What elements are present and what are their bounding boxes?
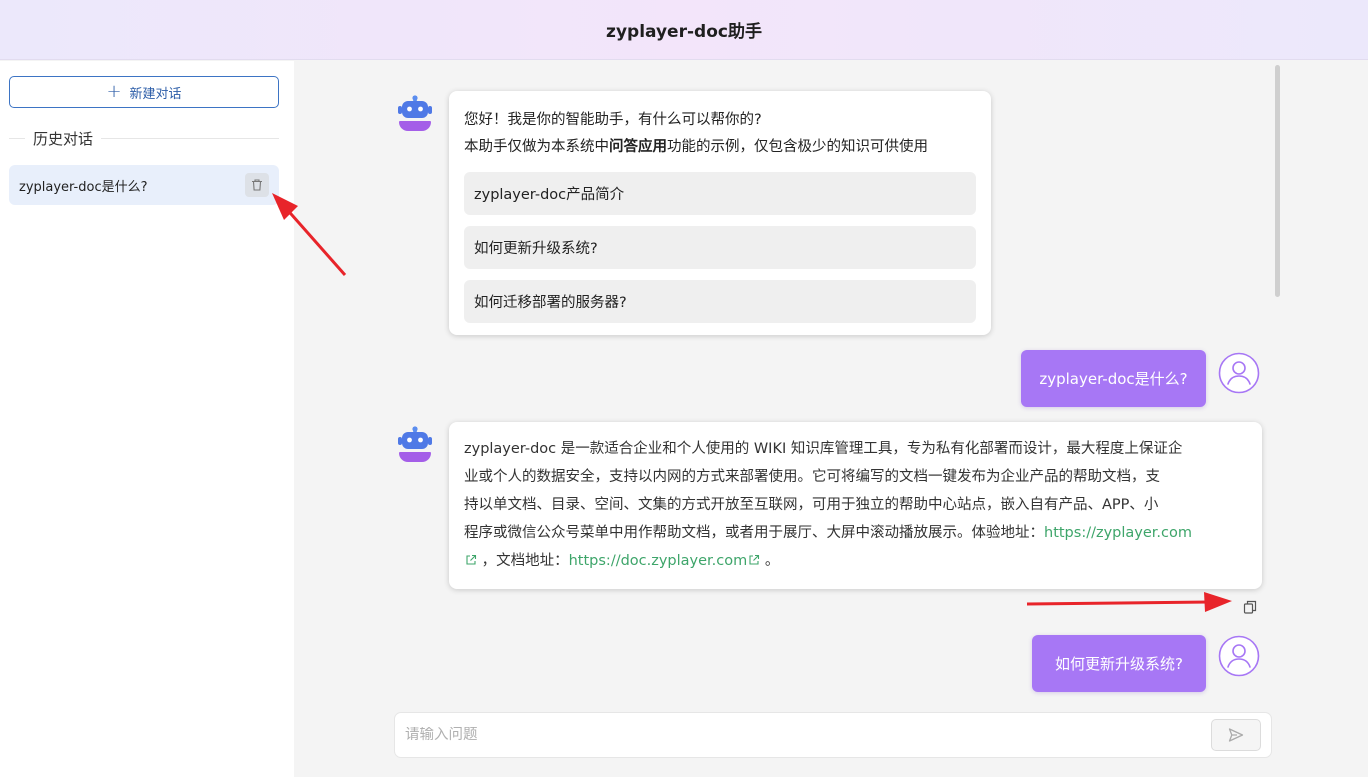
robot-icon — [398, 95, 432, 131]
user-message: zyplayer-doc是什么? — [1021, 350, 1206, 407]
delete-history-button[interactable] — [245, 173, 269, 197]
history-item[interactable]: zyplayer-doc是什么? — [9, 165, 279, 205]
greeting-line: 您好！我是你的智能助手，有什么可以帮你的? — [464, 112, 762, 128]
sidebar: + 新建对话 历史对话 zyplayer-doc是什么? — [0, 61, 294, 777]
docs-link[interactable]: https://doc.zyplayer.com — [569, 553, 748, 569]
user-icon — [1218, 635, 1260, 677]
user-message: 如何更新升级系统? — [1032, 635, 1206, 692]
suggestion-item[interactable]: 如何更新升级系统? — [464, 226, 976, 269]
external-link-icon[interactable] — [465, 554, 477, 566]
new-chat-button[interactable]: + 新建对话 — [9, 76, 279, 108]
external-link-icon[interactable] — [748, 554, 760, 566]
suggestion-item[interactable]: zyplayer-doc产品简介 — [464, 172, 976, 215]
history-heading-label: 历史对话 — [33, 129, 94, 148]
question-input-bar — [394, 712, 1272, 758]
divider — [9, 137, 25, 139]
suggestion-item[interactable]: 如何迁移部署的服务器? — [464, 280, 976, 323]
copy-icon[interactable] — [1242, 599, 1258, 615]
bot-message-text: zyplayer-doc 是一款适合企业和个人使用的 WIKI 知识库管理工具，… — [464, 441, 1192, 569]
new-chat-label: 新建对话 — [129, 86, 182, 102]
greeting-bubble: 您好！我是你的智能助手，有什么可以帮你的? 本助手仅做为本系统中问答应用功能的示… — [449, 91, 991, 335]
question-input[interactable] — [405, 727, 1211, 743]
robot-icon — [398, 426, 432, 462]
experience-link[interactable]: https://zyplayer.com — [1044, 525, 1192, 541]
history-heading: 历史对话 — [9, 127, 279, 149]
send-icon — [1228, 728, 1244, 742]
scrollbar[interactable] — [1275, 65, 1280, 297]
user-icon — [1218, 352, 1260, 394]
greeting-line: 本助手仅做为本系统中问答应用功能的示例，仅包含极少的知识可供使用 — [464, 139, 928, 155]
bot-message: zyplayer-doc 是一款适合企业和个人使用的 WIKI 知识库管理工具，… — [449, 422, 1262, 589]
app-header: zyplayer-doc助手 — [0, 0, 1368, 60]
chat-area[interactable]: 您好！我是你的智能助手，有什么可以帮你的? 本助手仅做为本系统中问答应用功能的示… — [294, 61, 1368, 777]
divider — [101, 137, 279, 139]
history-item-title: zyplayer-doc是什么? — [19, 179, 148, 195]
page-title: zyplayer-doc助手 — [606, 22, 762, 42]
trash-icon — [252, 179, 262, 191]
send-button[interactable] — [1211, 719, 1261, 751]
plus-icon: + — [106, 81, 122, 102]
